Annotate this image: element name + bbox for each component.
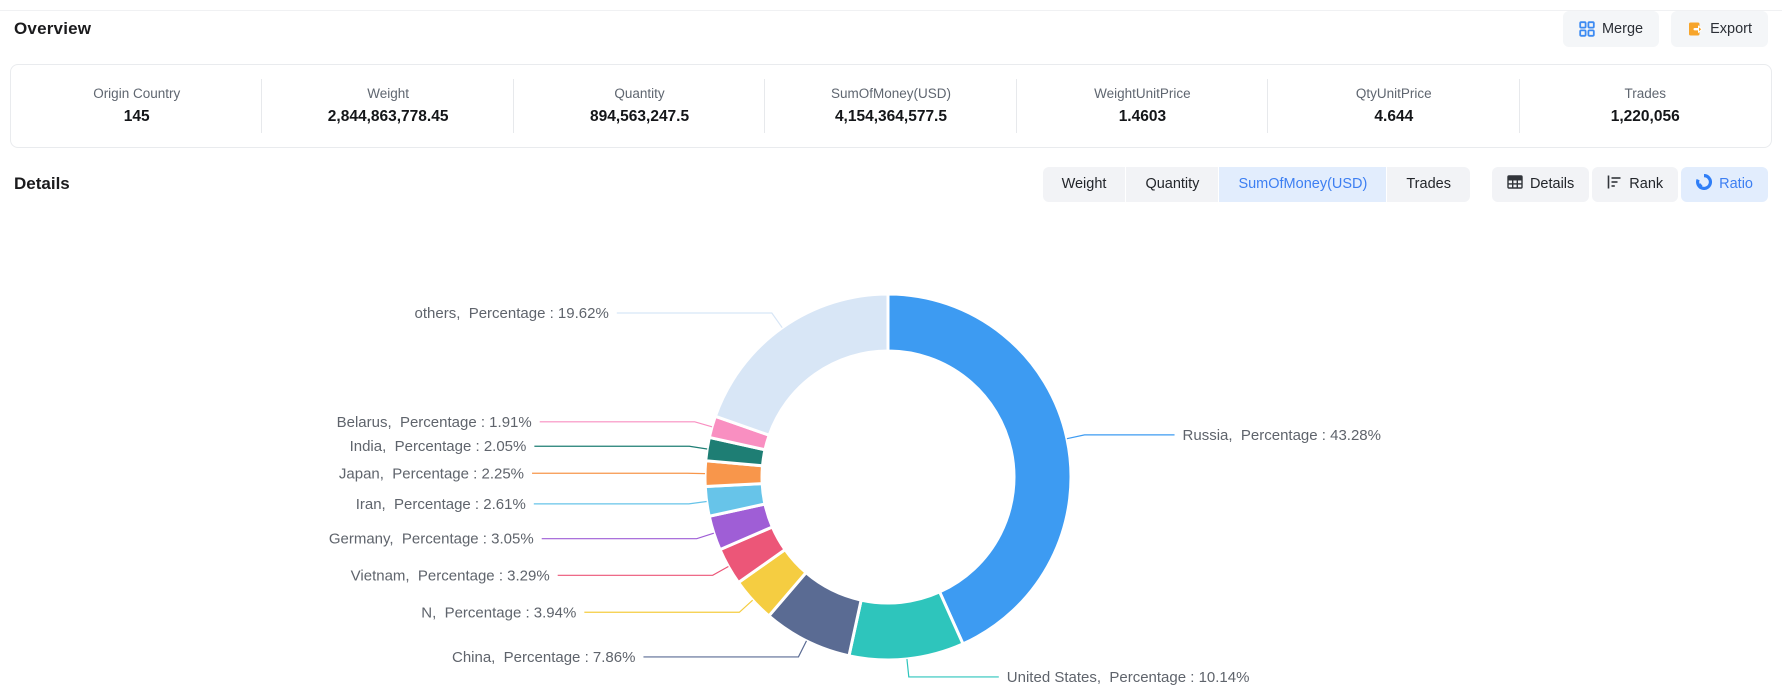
pie-slice-others[interactable] — [715, 294, 888, 435]
pie-slice-russia[interactable] — [888, 294, 1071, 644]
stat-value: 4.644 — [1374, 108, 1413, 126]
stat-weight-unit-price: WeightUnitPrice 1.4603 — [1017, 65, 1268, 147]
page-title: Overview — [14, 19, 91, 39]
stat-value: 145 — [124, 108, 150, 126]
tab-trades[interactable]: Trades — [1387, 167, 1470, 202]
label-line-others — [617, 313, 782, 328]
stat-label: Weight — [367, 86, 409, 101]
stat-value: 1.4603 — [1119, 108, 1166, 126]
view-rank-label: Rank — [1629, 176, 1663, 192]
view-details-button[interactable]: Details — [1492, 167, 1589, 202]
stat-weight: Weight 2,844,863,778.45 — [262, 65, 513, 147]
pie-label-n: N, Percentage : 3.94% — [421, 604, 576, 621]
pie-label-japan: Japan, Percentage : 2.25% — [339, 465, 524, 482]
stat-value: 2,844,863,778.45 — [328, 108, 449, 126]
stat-origin-country: Origin Country 145 — [11, 65, 262, 147]
export-button-label: Export — [1710, 21, 1752, 37]
export-button[interactable]: Export — [1671, 11, 1768, 47]
details-header: Details Weight Quantity SumOfMoney(USD) … — [14, 166, 1768, 202]
stat-trades: Trades 1,220,056 — [1520, 65, 1771, 147]
details-controls: Weight Quantity SumOfMoney(USD) Trades — [1043, 167, 1768, 202]
pie-label-china: China, Percentage : 7.86% — [452, 649, 635, 666]
stat-value: 4,154,364,577.5 — [835, 108, 947, 126]
label-line-united-states — [907, 659, 999, 677]
pie-label-vietnam: Vietnam, Percentage : 3.29% — [351, 567, 550, 584]
donut-chart-icon — [1696, 174, 1712, 194]
merge-button[interactable]: Merge — [1563, 11, 1659, 47]
pie-label-others: others, Percentage : 19.62% — [415, 305, 609, 322]
stat-label: SumOfMoney(USD) — [831, 86, 951, 101]
tab-weight[interactable]: Weight — [1043, 167, 1126, 202]
view-tabs: Details Rank — [1492, 167, 1768, 202]
label-line-russia — [1067, 435, 1175, 439]
label-line-belarus — [540, 422, 712, 427]
stat-label: WeightUnitPrice — [1094, 86, 1191, 101]
label-line-iran — [534, 501, 707, 503]
view-details-label: Details — [1530, 176, 1574, 192]
view-ratio-button[interactable]: Ratio — [1681, 167, 1768, 202]
pie-label-india: India, Percentage : 2.05% — [350, 438, 527, 455]
view-ratio-label: Ratio — [1719, 176, 1753, 192]
label-line-india — [534, 446, 707, 449]
label-line-vietnam — [558, 567, 729, 576]
ratio-pie-chart[interactable]: Russia, Percentage : 43.28% United States… — [0, 202, 1782, 688]
pie-label-united-states: United States, Percentage : 10.14% — [1007, 669, 1250, 686]
details-title: Details — [14, 174, 70, 194]
tab-sum-of-money[interactable]: SumOfMoney(USD) — [1219, 167, 1386, 202]
stat-label: Trades — [1624, 86, 1666, 101]
overview-header: Overview Merge — [0, 0, 1782, 48]
overview-stats-card: Origin Country 145 Weight 2,844,863,778.… — [10, 64, 1772, 148]
stat-label: Origin Country — [93, 86, 180, 101]
overview-page: Overview Merge — [0, 0, 1782, 688]
stat-qty-unit-price: QtyUnitPrice 4.644 — [1268, 65, 1519, 147]
label-line-n — [584, 600, 752, 612]
merge-button-label: Merge — [1602, 21, 1643, 37]
table-icon — [1507, 175, 1523, 193]
pie-label-belarus: Belarus, Percentage : 1.91% — [337, 414, 532, 431]
pie-label-germany: Germany, Percentage : 3.05% — [329, 531, 534, 548]
stat-value: 1,220,056 — [1611, 108, 1680, 126]
merge-grid-icon — [1579, 21, 1595, 37]
stat-sum-of-money: SumOfMoney(USD) 4,154,364,577.5 — [765, 65, 1016, 147]
stat-label: QtyUnitPrice — [1356, 86, 1432, 101]
rank-bars-icon — [1607, 175, 1622, 193]
header-actions: Merge Export — [1563, 11, 1768, 47]
stat-value: 894,563,247.5 — [590, 108, 689, 126]
label-line-germany — [542, 533, 714, 539]
pie-label-iran: Iran, Percentage : 2.61% — [356, 496, 526, 513]
stat-label: Quantity — [614, 86, 664, 101]
export-file-icon — [1687, 21, 1703, 37]
stat-quantity: Quantity 894,563,247.5 — [514, 65, 765, 147]
pie-label-russia: Russia, Percentage : 43.28% — [1183, 427, 1381, 444]
label-line-china — [643, 641, 806, 657]
tab-quantity[interactable]: Quantity — [1126, 167, 1218, 202]
measure-tabs: Weight Quantity SumOfMoney(USD) Trades — [1043, 167, 1470, 202]
ratio-chart-area: Russia, Percentage : 43.28% United States… — [0, 202, 1782, 688]
view-rank-button[interactable]: Rank — [1592, 167, 1678, 202]
